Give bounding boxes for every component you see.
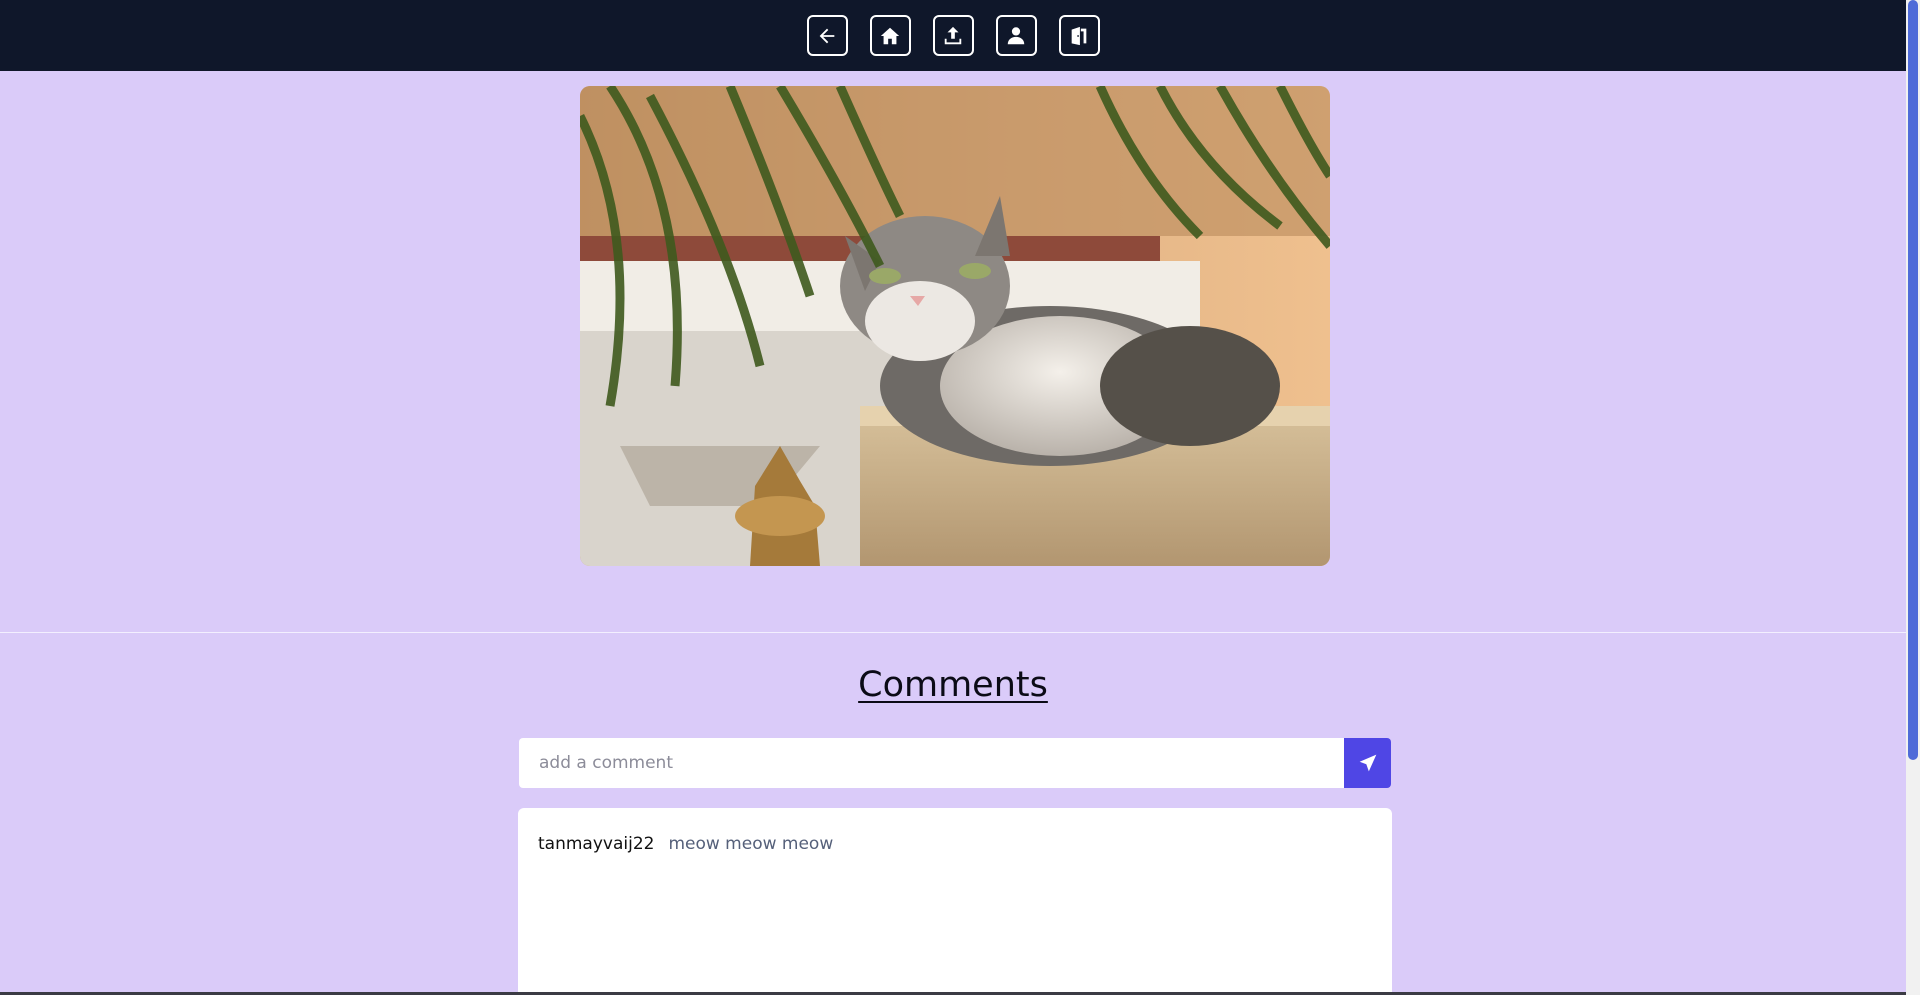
comment-text: meow meow meow <box>668 834 834 854</box>
profile-button[interactable] <box>995 15 1037 56</box>
send-comment-button[interactable] <box>1344 738 1391 788</box>
comment-username[interactable]: tanmayvaij22 <box>538 834 654 854</box>
cat-photo <box>580 86 1330 566</box>
home-icon <box>880 27 900 44</box>
logout-door-icon <box>1071 26 1087 45</box>
comment-input[interactable] <box>519 738 1344 788</box>
scrollbar-thumb[interactable] <box>1908 0 1918 760</box>
top-navbar <box>0 0 1906 71</box>
upload-button[interactable] <box>932 15 974 56</box>
logout-button[interactable] <box>1058 15 1100 56</box>
comments-heading: Comments <box>858 665 1048 705</box>
home-button[interactable] <box>869 15 911 56</box>
back-button[interactable] <box>806 15 848 56</box>
comment-form <box>519 738 1391 788</box>
back-arrow-icon <box>819 28 835 43</box>
user-icon <box>1007 26 1025 44</box>
section-divider <box>0 632 1906 633</box>
scrollbar[interactable] <box>1906 0 1920 995</box>
post-image <box>580 86 1330 566</box>
comment-item: tanmayvaij22 meow meow meow <box>538 834 1372 854</box>
upload-icon <box>944 26 962 44</box>
comments-list: tanmayvaij22 meow meow meow <box>518 808 1392 995</box>
send-icon <box>1359 754 1376 772</box>
